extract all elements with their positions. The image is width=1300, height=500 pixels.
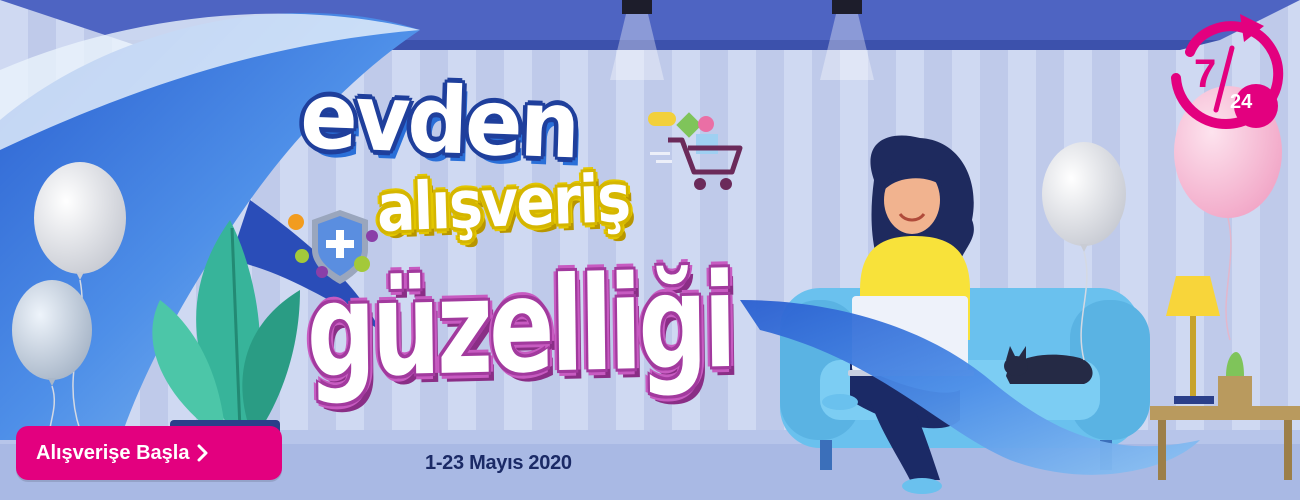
campaign-dates: 1-23 Mayıs 2020	[425, 452, 572, 474]
ceiling-light	[622, 0, 652, 14]
chevron-right-icon	[197, 444, 209, 462]
badge-number-24: 24	[1230, 91, 1253, 113]
start-shopping-button[interactable]: Alışverişe Başla	[16, 426, 282, 480]
start-shopping-label: Alışverişe Başla	[36, 441, 190, 464]
ceiling-light	[832, 0, 862, 14]
campaign-banner[interactable]: evden alışveriş güzelliği 1-23 Mayıs 202…	[0, 0, 1300, 500]
badge-number-7: 7	[1194, 52, 1217, 96]
refresh-arrow-icon	[1171, 14, 1284, 130]
banner-illustration	[0, 0, 1300, 500]
service-7-24-badge: 7 24	[1160, 12, 1290, 142]
